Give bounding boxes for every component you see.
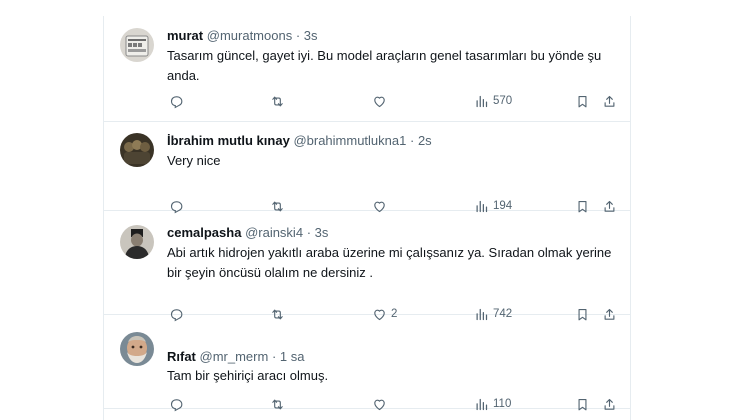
action-bar: 110: [167, 395, 617, 413]
share-button[interactable]: [602, 395, 617, 413]
avatar[interactable]: [120, 225, 154, 259]
views-button[interactable]: 110: [474, 395, 511, 413]
timestamp[interactable]: 2s: [418, 133, 432, 148]
heart-icon: [374, 399, 385, 410]
separator: ·: [409, 133, 415, 148]
heart-icon: [374, 96, 385, 107]
reply-button[interactable]: [169, 92, 188, 110]
separator: ·: [295, 28, 301, 43]
tweet[interactable]: Rıfat @mr_merm · 1 sa Tam bir şehiriçi a…: [104, 315, 630, 411]
bookmark-icon: [578, 398, 587, 410]
reply-button[interactable]: [169, 395, 188, 413]
share-icon: [604, 95, 615, 107]
tweet[interactable]: İbrahim mutlu kınay @brahimmutlukna1 · 2…: [104, 122, 630, 213]
reply-feed: murat @muratmoons · 3s Tasarım güncel, g…: [103, 16, 631, 420]
like-button[interactable]: [372, 395, 391, 413]
user-handle[interactable]: @muratmoons: [207, 28, 292, 43]
avatar[interactable]: [120, 133, 154, 167]
views-icon: [476, 398, 488, 410]
share-button[interactable]: [602, 92, 617, 110]
tweet-text: Abi artık hidrojen yakıtlı araba üzerine…: [167, 245, 612, 280]
timestamp[interactable]: 1 sa: [280, 349, 305, 364]
tweet-text: Tam bir şehiriçi aracı olmuş.: [167, 368, 329, 383]
views-icon: [476, 95, 488, 107]
separator: ·: [306, 225, 312, 240]
avatar[interactable]: [120, 28, 154, 62]
tweet[interactable]: murat @muratmoons · 3s Tasarım güncel, g…: [104, 16, 630, 122]
tweet-header: cemalpasha @rainski4 · 3s: [167, 225, 328, 241]
bookmark-icon: [578, 95, 587, 107]
view-count: 110: [493, 398, 512, 410]
reply-icon: [170, 398, 183, 411]
display-name[interactable]: cemalpasha: [167, 225, 241, 240]
bookmark-button[interactable]: [575, 395, 590, 413]
views-button[interactable]: 570: [474, 92, 512, 110]
retweet-icon: [272, 399, 283, 409]
action-bar: 570: [167, 92, 617, 110]
share-icon: [604, 398, 615, 410]
separator: ·: [271, 349, 277, 364]
like-button[interactable]: [372, 92, 391, 110]
tweet-text: Very nice: [167, 153, 221, 168]
display-name[interactable]: İbrahim mutlu kınay: [167, 133, 290, 148]
view-count: 570: [493, 95, 513, 107]
user-handle[interactable]: @mr_merm: [200, 349, 269, 364]
retweet-button[interactable]: [270, 92, 289, 110]
user-handle[interactable]: @rainski4: [245, 225, 303, 240]
retweet-button[interactable]: [270, 395, 289, 413]
timestamp[interactable]: 3s: [304, 28, 318, 43]
display-name[interactable]: Rıfat: [167, 349, 196, 364]
tweet-header: murat @muratmoons · 3s: [167, 28, 318, 44]
tweet-text: Tasarım güncel, gayet iyi. Bu model araç…: [167, 48, 602, 83]
timestamp[interactable]: 3s: [315, 225, 329, 240]
user-handle[interactable]: @brahimmutlukna1: [293, 133, 406, 148]
bookmark-button[interactable]: [575, 92, 590, 110]
tweet[interactable]: cemalpasha @rainski4 · 3s Abi artık hidr…: [104, 211, 630, 321]
reply-icon: [170, 95, 183, 108]
retweet-icon: [272, 96, 283, 106]
tweet-header: İbrahim mutlu kınay @brahimmutlukna1 · 2…: [167, 133, 432, 149]
tweet-header: Rıfat @mr_merm · 1 sa: [167, 349, 305, 365]
display-name[interactable]: murat: [167, 28, 203, 43]
avatar[interactable]: [120, 332, 154, 366]
